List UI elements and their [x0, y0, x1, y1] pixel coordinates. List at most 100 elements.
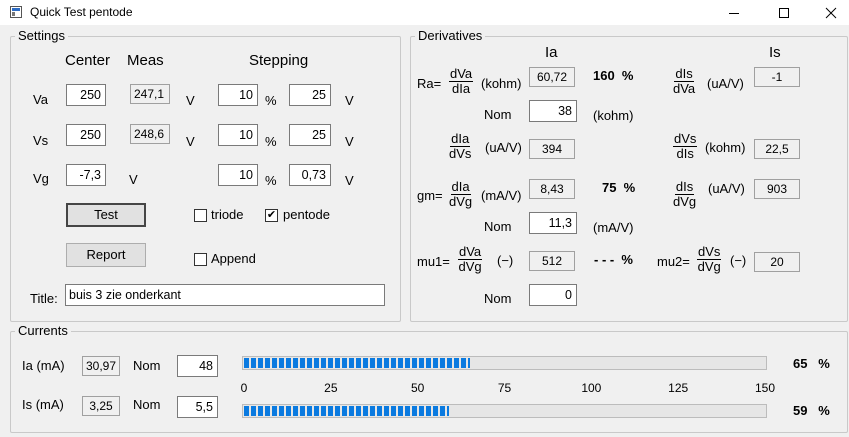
mu1-label: mu1=	[417, 254, 450, 269]
triode-label: triode	[211, 207, 244, 222]
gm-nom-input[interactable]: 11,3	[529, 212, 577, 234]
fraction-denominator: dVg	[697, 259, 721, 274]
fraction-numerator: dVs	[673, 131, 698, 147]
is-progress-bar	[242, 404, 767, 418]
dvs-dis-value: 22,5	[754, 139, 800, 159]
dia-dvg-fraction: dIa dVg	[449, 180, 472, 209]
is-current-label: Is (mA)	[22, 397, 64, 412]
maximize-button[interactable]	[761, 0, 807, 25]
vs-center-input[interactable]: 250	[66, 124, 106, 146]
va-step-pct-input[interactable]: 10	[218, 84, 258, 106]
ra-nom-unit: (kohm)	[593, 108, 634, 123]
gm-unit: (mA/V)	[481, 188, 522, 203]
settings-group-label: Settings	[15, 29, 68, 43]
fraction-denominator: dVg	[449, 194, 473, 209]
vs-step-input[interactable]: 25	[289, 124, 331, 146]
ia-nom-input[interactable]: 48	[177, 355, 218, 377]
ra-nom-input[interactable]: 38	[529, 100, 577, 122]
va-step-unit: V	[345, 93, 354, 108]
fraction-denominator: dVa	[673, 81, 696, 96]
ra-value: 60,72	[529, 67, 575, 87]
fraction-denominator: dVs	[449, 146, 472, 161]
mu2-value: 20	[754, 252, 800, 272]
stepping-header: Stepping	[249, 52, 309, 69]
report-button[interactable]: Report	[66, 243, 146, 267]
title-input[interactable]: buis 3 zie onderkant	[65, 284, 385, 306]
fraction-denominator: dIs	[676, 146, 694, 161]
fraction-numerator: dIs	[674, 66, 694, 82]
vg-step-input[interactable]: 0,73	[289, 164, 331, 186]
minimize-button[interactable]	[711, 0, 757, 25]
gm-label: gm=	[417, 188, 443, 203]
dvs-dis-fraction: dVs dIs	[673, 131, 698, 161]
title-label: Title:	[30, 291, 58, 306]
dia-dvs-value: 394	[529, 139, 575, 159]
va-meas-value: 247,1	[130, 84, 170, 104]
vg-center-input[interactable]: -7,3	[66, 164, 106, 186]
pentode-checkbox[interactable]: ✔	[265, 209, 278, 222]
append-label: Append	[211, 251, 256, 266]
ia-progress-bar	[242, 356, 767, 370]
dis-dvg-fraction: dIs dVg	[673, 180, 696, 209]
is-nom-input[interactable]: 5,5	[177, 396, 218, 418]
vg-step-pct-input[interactable]: 10	[218, 164, 258, 186]
gm-percent: 75 %	[602, 180, 636, 195]
ra-percent: 160 %	[593, 68, 634, 83]
vs-meas-value: 248,6	[130, 124, 170, 144]
dvs-dis-unit: (kohm)	[705, 140, 746, 155]
scale-tick-label: 75	[497, 381, 512, 395]
ia-percent: 65 %	[793, 356, 830, 371]
test-button[interactable]: Test	[66, 203, 146, 227]
derivatives-group-label: Derivatives	[415, 29, 486, 43]
triode-checkbox[interactable]	[194, 209, 207, 222]
vs-unit: V	[186, 134, 195, 149]
fraction-denominator: dVg	[673, 194, 697, 209]
is-column-header: Is	[769, 44, 781, 61]
scale-tick-label: 50	[410, 381, 425, 395]
vg-pct-sign: %	[265, 173, 277, 188]
gm-value: 8,43	[529, 179, 575, 199]
dis-dva-fraction: dIs dVa	[673, 67, 695, 96]
mu2-label: mu2=	[657, 254, 690, 269]
scale-tick-label: 100	[581, 381, 602, 395]
fraction-denominator: dVg	[458, 259, 482, 274]
ra-nom-label: Nom	[484, 107, 512, 122]
dis-dvg-value: 903	[754, 179, 800, 199]
is-current-value: 3,25	[82, 396, 120, 416]
mu1-value: 512	[529, 251, 575, 271]
dis-dva-unit: (uA/V)	[707, 76, 744, 91]
dvs-dvg-fraction: dVs dVg	[697, 244, 722, 274]
close-button[interactable]	[808, 0, 849, 25]
vg-label: Vg	[33, 171, 49, 186]
center-header: Center	[65, 52, 111, 69]
minimize-icon	[729, 12, 739, 14]
close-icon	[825, 7, 837, 18]
fraction-numerator: dVs	[697, 244, 722, 260]
dva-dia-fraction: dVa dIa	[449, 66, 474, 96]
meas-header: Meas	[127, 52, 164, 69]
va-unit: V	[186, 93, 195, 108]
va-step-input[interactable]: 25	[289, 84, 331, 106]
vs-step-pct-input[interactable]: 10	[218, 124, 258, 146]
scale-tick-label: 0	[240, 381, 248, 395]
ia-current-value: 30,97	[82, 356, 120, 376]
append-checkbox[interactable]	[194, 253, 207, 266]
dva-dvg-fraction: dVa dVg	[458, 244, 483, 274]
mu1-unit: (−)	[497, 253, 514, 268]
ia-current-label: Ia (mA)	[22, 358, 65, 373]
vg-step-unit: V	[345, 173, 354, 188]
scale-tick-label: 25	[324, 381, 338, 395]
fraction-numerator: dVa	[449, 66, 474, 82]
ra-unit: (kohm)	[481, 76, 522, 91]
vs-label: Vs	[33, 133, 49, 148]
fraction-numerator: dVa	[458, 244, 483, 260]
ia-progress-fill	[244, 358, 470, 368]
mu-nom-input[interactable]: 0	[529, 284, 577, 306]
vs-pct-sign: %	[265, 134, 277, 149]
scale-tick-label: 150	[754, 381, 776, 395]
dis-dvg-unit: (uA/V)	[708, 181, 745, 196]
dia-dvs-unit: (uA/V)	[485, 140, 522, 155]
dis-dva-value: -1	[754, 67, 800, 87]
title-bar: Quick Test pentode	[0, 0, 849, 25]
va-center-input[interactable]: 250	[66, 84, 106, 106]
